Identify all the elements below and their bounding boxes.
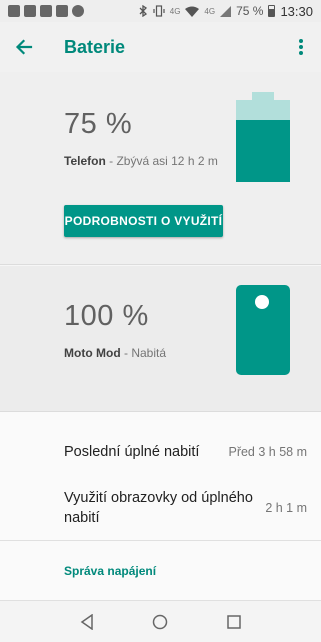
phone-battery-status: Telefon - Zbývá asi 12 h 2 m	[64, 154, 218, 168]
phone-device-name: Telefon	[64, 154, 106, 168]
navigation-bar	[0, 600, 321, 642]
moto-mod-status: Moto Mod - Nabitá	[64, 346, 166, 360]
pinwheel-icon	[40, 5, 52, 17]
mail-icon	[24, 5, 36, 17]
overflow-menu-button[interactable]	[281, 23, 321, 71]
phone-battery-graphic	[236, 92, 290, 182]
phone-battery-percent: 75 %	[64, 108, 133, 140]
back-icon	[80, 613, 93, 630]
arrow-back-icon	[15, 39, 33, 55]
battery-percent: 75 %	[236, 4, 264, 18]
notification-icons	[8, 5, 84, 17]
signal-icon	[220, 5, 232, 17]
phone-battery-section: 75 % Telefon - Zbývá asi 12 h 2 m PODROB…	[0, 72, 321, 265]
network-type-label: 4G	[169, 6, 181, 16]
nav-recents-button[interactable]	[214, 602, 254, 642]
usage-details-button[interactable]: PODROBNOSTI O VYUŽITÍ	[64, 205, 223, 237]
moto-mod-status-text: - Nabitá	[120, 346, 167, 360]
last-full-charge-value: Před 3 h 58 m	[228, 445, 307, 459]
screen-usage-value: 2 h 1 m	[265, 501, 307, 515]
moto-mod-device-name: Moto Mod	[64, 346, 121, 360]
recents-icon	[227, 614, 241, 629]
moto-mod-section: 100 % Moto Mod - Nabitá	[0, 266, 321, 412]
screen-usage-label: Využití obrazovky od úplného nabití	[64, 490, 253, 526]
wifi-icon	[185, 6, 200, 17]
divider	[0, 540, 321, 541]
power-management-link[interactable]: Správa napájení	[64, 564, 156, 578]
system-icons: 4G 4G 75 % 13:30	[138, 4, 313, 19]
image-icon	[56, 5, 68, 17]
back-button[interactable]	[0, 23, 48, 71]
clock: 13:30	[280, 3, 313, 19]
bluetooth-icon	[139, 5, 147, 17]
more-vert-icon	[299, 39, 303, 55]
app-toolbar: Baterie	[0, 22, 321, 72]
nav-home-button[interactable]	[140, 602, 180, 642]
vibrate-icon	[153, 5, 165, 17]
moto-mod-percent: 100 %	[64, 300, 149, 332]
moto-mod-icon	[236, 285, 290, 375]
battery-stats-list: Poslední úplné nabití Před 3 h 58 m Využ…	[0, 412, 321, 600]
round-icon	[72, 5, 84, 17]
last-full-charge-label: Poslední úplné nabití	[64, 444, 200, 460]
info-icon	[8, 5, 20, 17]
nav-back-button[interactable]	[67, 602, 107, 642]
page-title: Baterie	[64, 36, 126, 57]
network-type-label-2: 4G	[204, 6, 216, 16]
battery-icon	[268, 5, 276, 17]
home-icon	[153, 614, 168, 629]
status-bar: 4G 4G 75 % 13:30	[0, 0, 321, 22]
phone-status-text: - Zbývá asi 12 h 2 m	[105, 154, 218, 168]
